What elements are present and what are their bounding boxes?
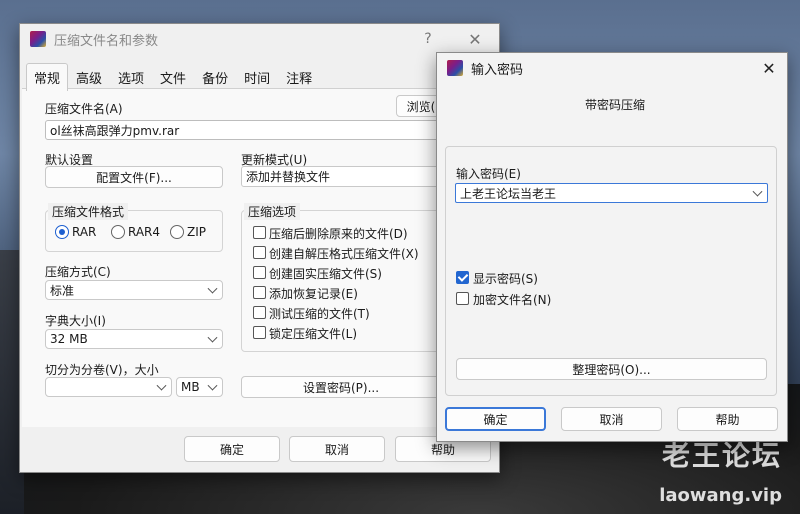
archive-name-label: 压缩文件名(A) xyxy=(45,102,123,116)
password-dialog-titlebar: 输入密码 ✕ xyxy=(437,53,787,83)
radio-zip[interactable] xyxy=(170,225,184,239)
archive-name-field[interactable]: ol丝袜高跟弹力pmv.rar xyxy=(45,120,445,140)
option-checkbox[interactable] xyxy=(253,266,266,279)
split-label: 切分为分卷(V)，大小 xyxy=(45,363,159,377)
tab-comment[interactable]: 注释 xyxy=(278,63,320,91)
password-input[interactable]: 上老王论坛当老王 xyxy=(455,183,768,203)
help-icon[interactable]: ? xyxy=(408,24,448,54)
option-checkbox[interactable] xyxy=(253,226,266,239)
method-value: 标准 xyxy=(50,283,75,298)
radio-rar4-label: RAR4 xyxy=(128,225,161,239)
method-select[interactable]: 标准 xyxy=(45,280,223,300)
options-group-title: 压缩选项 xyxy=(244,203,301,220)
option-label: 创建固实压缩文件(S) xyxy=(269,267,382,281)
option-label: 添加恢复记录(E) xyxy=(269,287,358,301)
dict-select[interactable]: 32 MB xyxy=(45,329,223,349)
split-size-select[interactable] xyxy=(45,377,172,397)
winrar-icon xyxy=(447,60,463,76)
watermark-en: laowang.vip xyxy=(659,485,782,506)
tab-files[interactable]: 文件 xyxy=(152,63,194,91)
winrar-icon xyxy=(30,31,46,47)
profiles-button[interactable]: 配置文件(F)... xyxy=(45,166,223,188)
method-label: 压缩方式(C) xyxy=(45,265,111,279)
encrypt-names-checkbox[interactable] xyxy=(456,292,469,305)
close-icon[interactable]: ✕ xyxy=(455,24,495,54)
cancel-button[interactable]: 取消 xyxy=(289,436,385,462)
tab-advanced[interactable]: 高级 xyxy=(68,63,110,91)
split-unit-value: MB xyxy=(181,380,200,394)
chevron-down-icon xyxy=(156,380,167,391)
password-subtitle: 带密码压缩 xyxy=(585,98,646,112)
tab-backup[interactable]: 备份 xyxy=(194,63,236,91)
option-checkbox[interactable] xyxy=(253,286,266,299)
option-label: 创建自解压格式压缩文件(X) xyxy=(269,247,419,261)
dict-label: 字典大小(I) xyxy=(45,314,106,328)
password-ok-button[interactable]: 确定 xyxy=(445,407,546,431)
option-label: 压缩后删除原来的文件(D) xyxy=(269,227,408,241)
option-checkbox[interactable] xyxy=(253,306,266,319)
option-checkbox[interactable] xyxy=(253,326,266,339)
chevron-down-icon xyxy=(207,283,218,294)
option-label: 测试压缩的文件(T) xyxy=(269,307,370,321)
update-mode-select[interactable]: 添加并替换文件 xyxy=(241,166,441,187)
radio-rar4[interactable] xyxy=(111,225,125,239)
radio-zip-label: ZIP xyxy=(187,225,206,239)
chevron-down-icon xyxy=(752,186,763,197)
organize-passwords-button[interactable]: 整理密码(O)... xyxy=(456,358,767,380)
radio-rar[interactable] xyxy=(55,225,69,239)
update-mode-value: 添加并替换文件 xyxy=(246,170,331,184)
password-help-button[interactable]: 帮助 xyxy=(677,407,778,431)
ok-button[interactable]: 确定 xyxy=(184,436,280,462)
show-password-label: 显示密码(S) xyxy=(473,272,538,286)
split-unit-select[interactable]: MB xyxy=(176,377,223,397)
archive-dialog-titlebar: 压缩文件名和参数 ? ✕ xyxy=(20,24,499,54)
password-cancel-button[interactable]: 取消 xyxy=(561,407,662,431)
dict-value: 32 MB xyxy=(50,332,88,346)
radio-rar-label: RAR xyxy=(72,225,97,239)
password-dialog-title: 输入密码 xyxy=(471,62,524,78)
tab-options[interactable]: 选项 xyxy=(110,63,152,91)
tab-general[interactable]: 常规 xyxy=(26,63,69,91)
archive-tabs: 常规 高级 选项 文件 备份 时间 注释 xyxy=(26,63,320,91)
close-icon[interactable]: ✕ xyxy=(749,53,789,83)
show-password-checkbox[interactable] xyxy=(456,271,469,284)
set-password-button[interactable]: 设置密码(P)... xyxy=(241,376,441,398)
format-group-title: 压缩文件格式 xyxy=(48,203,129,220)
archive-dialog-title: 压缩文件名和参数 xyxy=(54,33,159,49)
tab-time[interactable]: 时间 xyxy=(236,63,278,91)
password-value: 上老王论坛当老王 xyxy=(460,186,557,201)
option-checkbox[interactable] xyxy=(253,246,266,259)
option-label: 锁定压缩文件(L) xyxy=(269,327,358,341)
encrypt-names-label: 加密文件名(N) xyxy=(473,293,552,307)
enter-password-label: 输入密码(E) xyxy=(456,167,521,181)
chevron-down-icon xyxy=(207,332,218,343)
chevron-down-icon xyxy=(207,380,218,391)
